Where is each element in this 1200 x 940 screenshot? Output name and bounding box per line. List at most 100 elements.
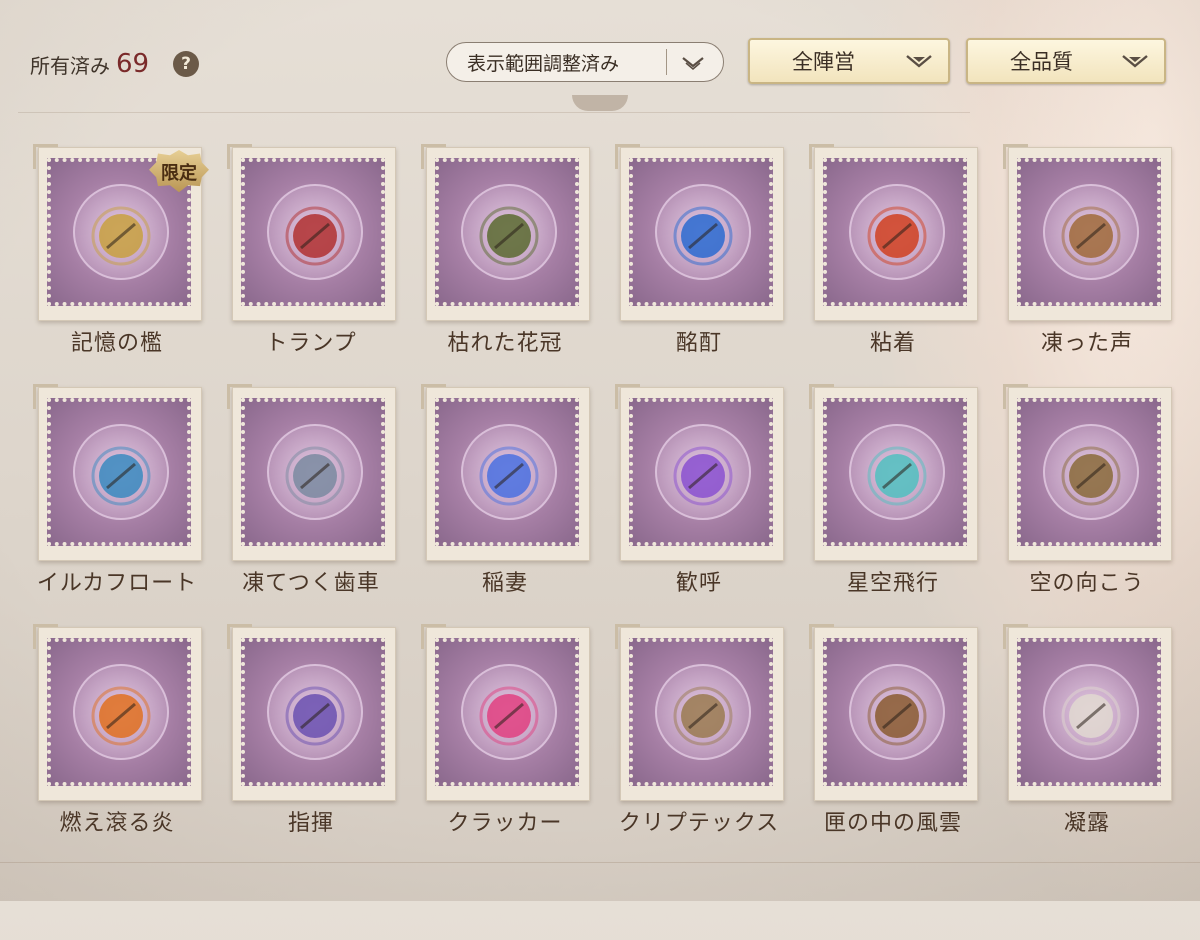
item-card[interactable] <box>615 624 784 801</box>
item-name: トランプ <box>265 331 357 356</box>
item-name: 稲妻 <box>481 571 528 596</box>
stamp-frame <box>629 398 773 546</box>
item-card[interactable] <box>809 384 978 561</box>
item-name: 粘着 <box>869 331 916 356</box>
card-deck-icon <box>285 206 345 266</box>
item-name: 空の向こう <box>1029 571 1145 596</box>
item-card[interactable] <box>227 624 396 801</box>
stamp-frame <box>629 638 773 786</box>
stamp-frame <box>1017 638 1161 786</box>
item-card[interactable] <box>421 144 590 321</box>
owned-label: 所有済み <box>30 53 110 78</box>
dew-orb-icon <box>1061 686 1121 746</box>
bell-cage-icon <box>91 206 151 266</box>
item-cell[interactable]: クリプテックス <box>602 624 784 857</box>
help-icon[interactable]: ? <box>173 51 200 77</box>
item-cell[interactable]: 燃え滾る炎 <box>20 624 202 857</box>
item-name: 凝露 <box>1063 811 1110 836</box>
crystal-eagle-icon <box>867 446 927 506</box>
item-cell[interactable]: クラッカー <box>408 624 590 857</box>
item-card[interactable] <box>615 144 784 321</box>
stamp-frame <box>435 638 579 786</box>
item-card[interactable]: 限定 <box>33 144 209 321</box>
chevron-down-icon <box>1122 55 1148 68</box>
divider <box>0 862 1200 863</box>
item-card[interactable] <box>615 384 784 561</box>
item-name: クラッカー <box>447 811 563 836</box>
item-card[interactable] <box>227 384 396 561</box>
stamp-frame <box>47 398 191 546</box>
item-cell[interactable]: 枯れた花冠 <box>408 144 590 377</box>
treasure-box-icon <box>867 686 927 746</box>
item-name: 匣の中の風雲 <box>823 811 962 836</box>
faction-dropdown[interactable]: 全陣営 <box>748 38 950 84</box>
item-cell[interactable]: 凍てつく歯車 <box>214 384 396 617</box>
item-name: 星空飛行 <box>846 571 939 596</box>
bronze-vase-icon <box>1061 206 1121 266</box>
item-cell[interactable]: 歓呼 <box>602 384 784 617</box>
item-card[interactable] <box>1003 384 1172 561</box>
stamp-frame <box>823 638 967 786</box>
item-cell[interactable]: 匣の中の風雲 <box>796 624 978 857</box>
item-name: クリプテックス <box>618 811 780 836</box>
item-cell[interactable]: 星空飛行 <box>796 384 978 617</box>
item-cell[interactable]: 稲妻 <box>408 384 590 617</box>
item-cell[interactable]: イルカフロート <box>20 384 202 617</box>
party-cracker-icon <box>479 686 539 746</box>
stamp-frame <box>47 638 191 786</box>
stamp-frame <box>1017 398 1161 546</box>
fire-ring-pendant-icon <box>867 206 927 266</box>
item-cell[interactable]: 凝露 <box>990 624 1172 857</box>
owned-counter: 所有済み 69 ? <box>30 46 200 82</box>
item-card[interactable] <box>809 144 978 321</box>
item-name: 燃え滾る炎 <box>59 811 175 836</box>
dolphin-float-icon <box>91 446 151 506</box>
dropdown-divider <box>666 49 667 75</box>
telescope-icon <box>1061 446 1121 506</box>
item-cell[interactable]: 酩酊 <box>602 144 784 377</box>
stamp-frame <box>435 158 579 306</box>
pom-scepter-icon <box>673 446 733 506</box>
flame-torches-icon <box>91 686 151 746</box>
display-range-label: 表示範囲調整済み <box>467 52 620 75</box>
item-name: 記憶の檻 <box>70 331 163 356</box>
item-name: 枯れた花冠 <box>447 331 563 356</box>
gear-orb-icon <box>285 446 345 506</box>
item-card[interactable] <box>421 624 590 801</box>
item-card[interactable] <box>1003 144 1172 321</box>
item-cell[interactable]: 凍った声 <box>990 144 1172 377</box>
item-name: 歓呼 <box>675 571 722 596</box>
blue-heart-gem-icon <box>673 206 733 266</box>
stamp-frame <box>629 158 773 306</box>
item-card[interactable] <box>227 144 396 321</box>
cryptex-icon <box>673 686 733 746</box>
chevron-down-icon <box>906 55 932 68</box>
item-cell[interactable]: 限定記憶の檻 <box>20 144 209 377</box>
item-card[interactable] <box>33 624 202 801</box>
item-card[interactable] <box>1003 624 1172 801</box>
owned-count: 69 <box>116 49 150 79</box>
item-card[interactable] <box>421 384 590 561</box>
item-name: 凍った声 <box>1040 331 1133 356</box>
faction-label: 全陣営 <box>792 50 855 74</box>
item-name: 酩酊 <box>675 331 722 356</box>
quality-dropdown[interactable]: 全品質 <box>966 38 1166 84</box>
item-cell[interactable]: 空の向こう <box>990 384 1172 617</box>
item-card[interactable] <box>33 384 202 561</box>
stamp-frame <box>241 638 385 786</box>
stamp-frame <box>241 398 385 546</box>
item-name: 凍てつく歯車 <box>242 571 380 596</box>
panel-tab-notch <box>572 95 628 111</box>
item-name: イルカフロート <box>36 571 198 596</box>
chevron-down-icon <box>682 57 704 71</box>
display-range-dropdown[interactable]: 表示範囲調整済み <box>446 42 724 82</box>
item-cell[interactable]: 粘着 <box>796 144 978 377</box>
item-grid: 限定 記憶の檻 トランプ 枯れた花冠 酩酊 粘着 凍った声 イルカフロート 凍てつく歯車 稲妻 歓呼… <box>18 112 1172 861</box>
lightning-boot-icon <box>479 446 539 506</box>
quality-label: 全品質 <box>1010 50 1073 74</box>
item-card[interactable] <box>809 624 978 801</box>
item-cell[interactable]: トランプ <box>214 144 396 377</box>
item-name: 指揮 <box>287 811 334 836</box>
item-cell[interactable]: 指揮 <box>214 624 396 857</box>
stamp-frame <box>241 158 385 306</box>
